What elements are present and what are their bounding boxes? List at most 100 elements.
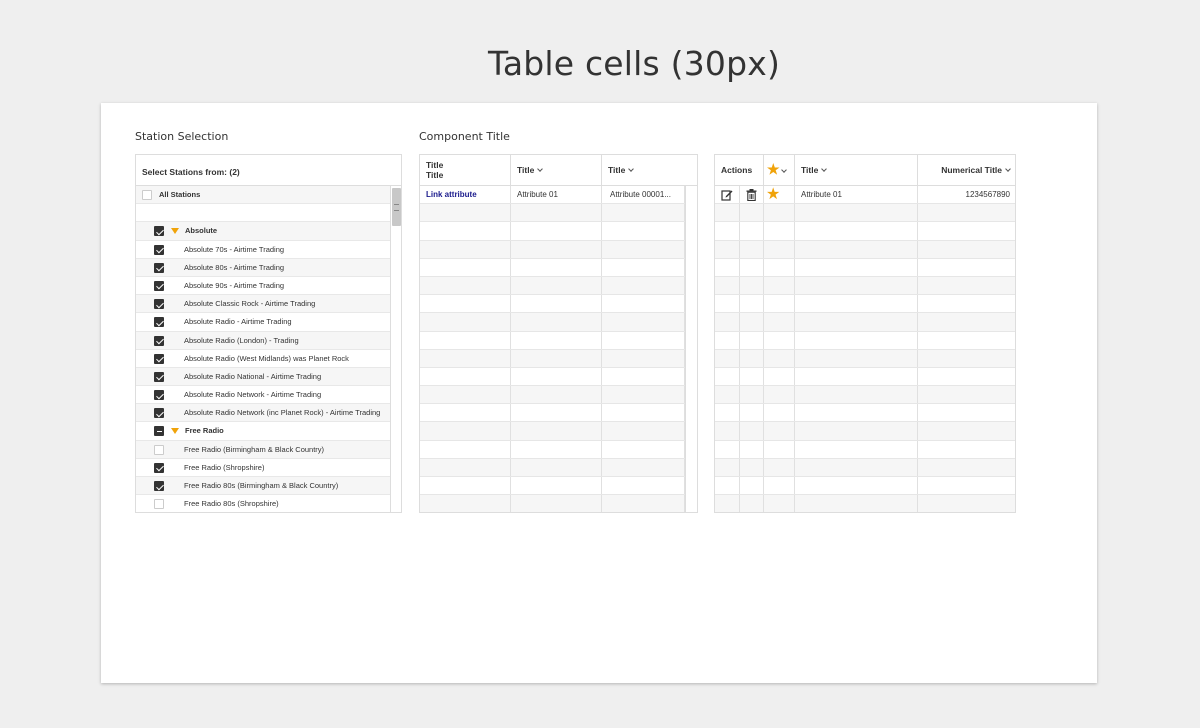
table-cell [511,458,602,476]
table-row [715,240,1015,259]
column-header-favorite[interactable]: ★ [764,155,795,185]
station-row[interactable]: Absolute Radio National - Airtime Tradin… [136,367,390,387]
trash-icon[interactable] [746,189,757,203]
column-header-title-2[interactable]: Title [511,155,602,185]
station-row[interactable]: Absolute Radio Network - Airtime Trading [136,386,390,405]
checkbox[interactable] [154,299,164,310]
table-cell [715,386,740,404]
action-table-body: ★ Attribute 01 1234567890 [715,186,1015,512]
table-cell [511,495,602,512]
station-row[interactable]: Free Radio (Shropshire) [136,459,390,477]
table-cell [511,440,602,458]
expand-triangle-icon[interactable] [171,428,179,435]
table-cell [602,458,685,476]
table-cell [602,477,685,495]
table-cell [795,295,918,313]
column-header-label: Numerical Title [941,165,1002,175]
station-label: Absolute Radio (West Midlands) was Plane… [184,353,349,363]
checkbox[interactable] [154,317,164,328]
checkbox[interactable] [154,390,164,401]
station-label: Absolute 90s - Airtime Trading [184,280,285,290]
table-cell: Attribute 01 [511,186,602,204]
table-cell [918,332,1015,349]
station-group-row[interactable]: Absolute [136,222,390,241]
table-cell [918,295,1015,312]
scrollbar-thumb[interactable] [392,188,401,226]
station-row[interactable]: Absolute 80s - Airtime Trading [136,258,390,277]
link-attribute[interactable]: Link attribute [420,186,511,204]
table-cell [715,313,740,331]
checkbox[interactable] [154,481,164,491]
component-table-scrollbar[interactable] [685,186,697,512]
table-cell [602,440,685,458]
station-label: Absolute Classic Rock - Airtime Trading [184,299,316,309]
column-header-title-3[interactable]: Title [602,155,697,185]
checkbox[interactable] [154,371,164,382]
table-cell [764,404,795,422]
checkbox[interactable] [154,353,164,364]
station-list-scrollbar[interactable] [390,186,401,512]
table-row [420,349,685,368]
table-cell [511,313,602,331]
checkbox[interactable] [154,244,164,255]
table-cell [420,240,511,258]
station-row[interactable]: Absolute Radio (West Midlands) was Plane… [136,350,390,368]
table-cell [511,295,602,313]
column-header-label: Title [801,165,819,175]
table-cell [795,258,918,276]
checkbox[interactable] [154,335,164,346]
checkbox[interactable] [142,190,152,200]
checkbox[interactable] [154,226,164,237]
edit-icon[interactable] [721,189,733,203]
table-cell [715,477,740,495]
table-cell [795,386,918,404]
station-list: All Stations Absolute Absolute 70s - Airti… [136,186,390,512]
table-row [420,422,685,441]
checkbox[interactable] [154,462,164,473]
expand-triangle-icon[interactable] [171,228,179,235]
station-row[interactable]: Absolute Radio - Airtime Trading [136,313,390,332]
station-row[interactable]: Free Radio 80s (Birmingham & Black Count… [136,477,390,496]
station-label: Absolute Radio Network (inc Planet Rock)… [184,408,381,418]
table-cell [602,367,685,386]
column-header-title[interactable]: Title [795,155,918,185]
station-group-row[interactable]: Free Radio [136,422,390,441]
all-stations-row[interactable]: All Stations [136,186,390,205]
table-cell [918,313,1015,330]
table-cell [715,204,740,222]
table-cell [764,204,795,222]
checkbox[interactable] [154,408,164,419]
table-cell [715,495,740,512]
table-cell [764,367,795,386]
checkbox[interactable] [154,280,164,291]
column-header-numerical-title[interactable]: Numerical Title [918,155,1015,185]
station-row[interactable]: Absolute 90s - Airtime Trading [136,277,390,296]
station-row[interactable]: Absolute 70s - Airtime Trading [136,241,390,259]
checkbox[interactable] [154,499,164,510]
station-row[interactable]: Free Radio (Birmingham & Black Country) [136,440,390,459]
checkbox[interactable] [154,262,164,273]
station-row[interactable]: Absolute Classic Rock - Airtime Trading [136,295,390,314]
checkbox[interactable] [154,444,164,455]
column-header-title-title[interactable]: Title Title [420,155,511,185]
table-cell [511,258,602,276]
table-cell [740,276,764,295]
component-table: Title Title Title Title Link attribute At… [419,154,698,513]
station-row[interactable]: Free Radio 80s (Shropshire) [136,495,390,512]
station-label: Absolute Radio (London) - Trading [184,335,299,345]
station-row[interactable]: Absolute Radio Network (inc Planet Rock)… [136,404,390,423]
table-cell [740,295,764,313]
table-row [715,477,1015,496]
table-row [420,204,685,223]
column-header-label: Actions [721,165,753,175]
sort-chevron-icon [537,166,544,172]
station-row[interactable]: Absolute Radio (London) - Trading [136,331,390,350]
table-cell [764,386,795,404]
table-cell [764,313,795,331]
table-cell [795,495,918,512]
star-icon[interactable]: ★ [766,187,780,203]
checkbox[interactable] [154,426,164,437]
table-cell [918,386,1015,403]
table-row [715,222,1015,241]
station-label: Absolute Radio - Airtime Trading [184,317,292,327]
